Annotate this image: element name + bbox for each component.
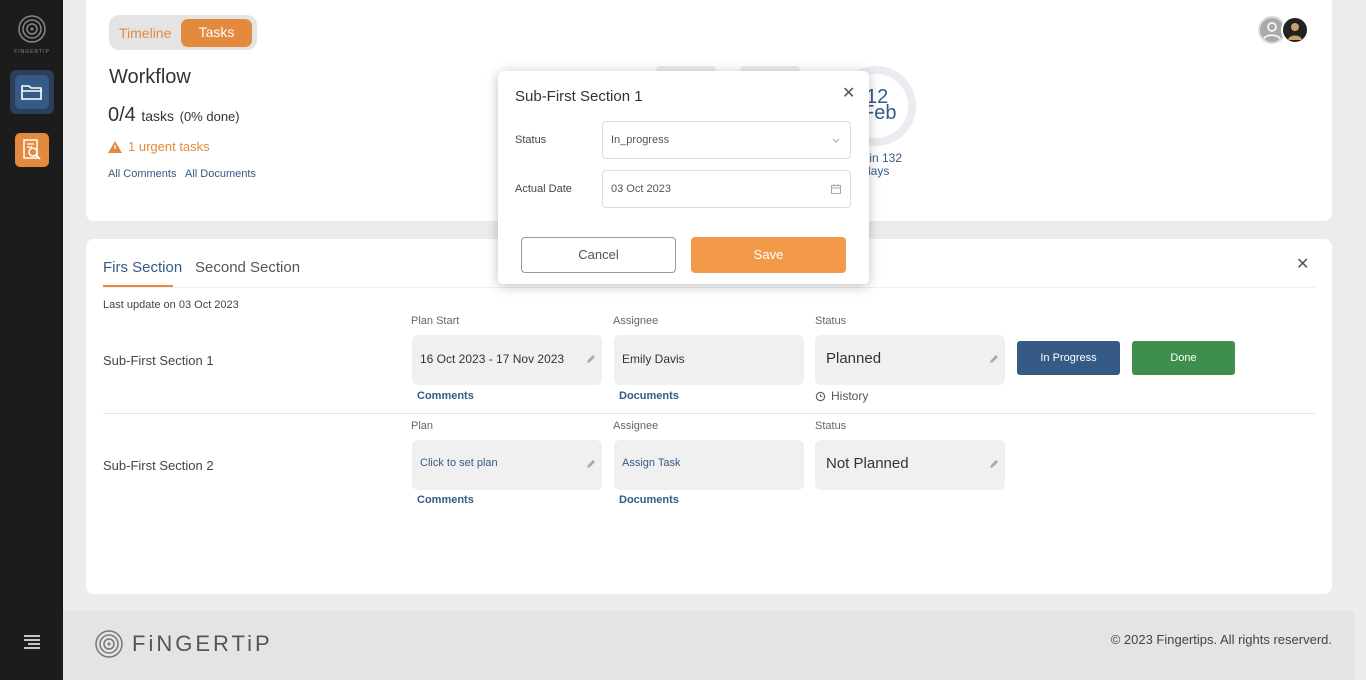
last-update-text: Last update on 03 Oct 2023 [103,299,239,311]
task-count-value: 0/4 [108,104,136,126]
task-count-unit: tasks [141,108,175,124]
actual-date-label: Actual Date [515,183,572,195]
fingerprint-logo-icon [95,630,123,658]
tabs-divider [103,287,1315,288]
search-document-icon [23,139,41,160]
task-count: 0/4 tasks (0% done) [108,104,240,127]
sidebar-logo-text: FINGERTIP [14,49,50,55]
save-button[interactable]: Save [691,237,846,273]
footer-logo-name: FiNGERTiP [132,631,273,656]
menu-icon [24,635,40,649]
user-photo-icon [1288,23,1302,40]
avatar[interactable] [1281,16,1309,44]
all-documents-link[interactable]: All Documents [185,168,256,180]
status-update-dialog: Sub-First Section 1 ✕ Status In_progress… [498,71,869,284]
menu-button[interactable] [20,630,44,654]
sidebar: FINGERTIP [0,0,63,680]
sidebar-item-folders[interactable] [10,70,54,114]
page-title: Workflow [109,66,191,88]
comments-link[interactable]: Comments [417,494,474,506]
assignee-field[interactable]: Emily Davis [614,335,804,385]
status-value: Not Planned [826,455,909,472]
assignee-label: Assignee [613,420,659,432]
done-button[interactable]: Done [1132,341,1235,375]
tab-firs-section[interactable]: Firs Section [103,259,182,276]
view-toggle: Timeline Tasks [109,15,257,50]
assign-task-link[interactable]: Assign Task [622,457,681,469]
row-divider [103,413,1315,414]
plan-field[interactable]: 16 Oct 2023 - 17 Nov 2023 [412,335,602,385]
all-comments-link[interactable]: All Comments [108,168,176,180]
status-value: Planned [826,350,882,367]
status-select[interactable]: In_progress [602,121,851,159]
edit-icon[interactable] [586,459,596,469]
calendar-icon[interactable] [830,183,842,195]
done-percent: (0% done) [179,109,240,124]
close-icon[interactable]: ✕ [1296,254,1309,274]
assignee-field[interactable]: Assign Task [614,440,804,490]
dialog-title: Sub-First Section 1 [515,88,643,105]
plan-label: Plan [411,420,434,432]
comments-link[interactable]: Comments [417,390,474,402]
sidebar-item-search-document[interactable] [10,128,54,172]
in-progress-button[interactable]: In Progress [1017,341,1120,375]
plan-field[interactable]: Click to set plan [412,440,602,490]
plan-start-label: Plan Start [411,315,460,327]
status-field[interactable]: Not Planned [815,440,1005,490]
tab-second-section[interactable]: Second Section [195,259,300,276]
status-label: Status [815,420,847,432]
documents-link[interactable]: Documents [619,494,679,506]
plan-value: 16 Oct 2023 - 17 Nov 2023 [420,352,565,366]
history-icon [815,391,826,401]
status-select-value: In_progress [611,134,670,146]
copyright-text: © 2023 Fingertips. All rights reserverd. [1110,632,1332,647]
assignee-value: Emily Davis [622,352,685,366]
actual-date-input[interactable]: 03 Oct 2023 [602,170,851,208]
row-title: Sub-First Section 1 [103,353,214,368]
tasks-toggle[interactable]: Tasks [181,19,252,47]
history-link[interactable]: History [815,389,868,403]
sections-card [86,239,1332,594]
warning-icon [108,140,122,153]
status-field[interactable]: Planned [815,335,1005,385]
status-label: Status [515,134,547,146]
assignee-label: Assignee [613,315,659,327]
edit-icon[interactable] [989,354,999,364]
actual-date-value: 03 Oct 2023 [611,183,671,195]
row-title: Sub-First Section 2 [103,458,214,473]
folder-open-icon [21,85,42,100]
timeline-toggle[interactable]: Timeline [119,25,171,41]
status-label: Status [815,315,847,327]
chevron-down-icon [832,138,840,143]
urgent-tasks: 1 urgent tasks [108,139,210,154]
documents-link[interactable]: Documents [619,390,679,402]
cancel-button[interactable]: Cancel [521,237,676,273]
plan-value: Click to set plan [420,457,498,469]
edit-icon[interactable] [989,459,999,469]
edit-icon[interactable] [586,354,596,364]
fingerprint-logo-icon: FINGERTIP [14,14,50,55]
urgent-tasks-text: 1 urgent tasks [128,139,210,154]
history-text: History [831,389,869,403]
close-icon[interactable]: ✕ [842,83,855,103]
footer-logo: FiNGERTiP [94,629,273,659]
